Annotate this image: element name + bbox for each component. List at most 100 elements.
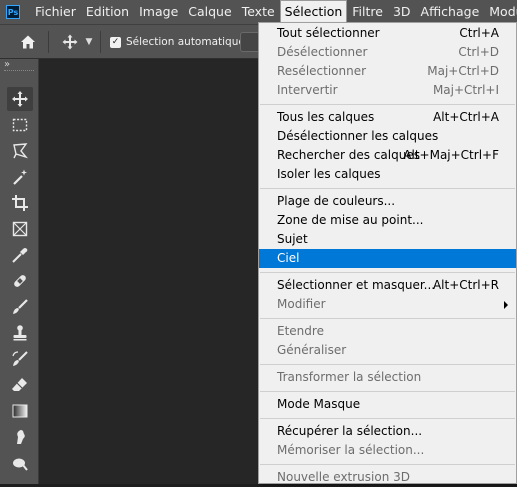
menu-separator xyxy=(260,418,515,419)
menu-item-deselect-layers[interactable]: Désélectionner les calques xyxy=(259,127,516,146)
menu-item-grow[interactable]: Etendre xyxy=(259,322,516,341)
frame-tool[interactable] xyxy=(7,217,33,241)
healing-brush-tool[interactable] xyxy=(7,269,33,293)
history-brush-tool[interactable] xyxy=(7,347,33,371)
eyedropper-tool[interactable] xyxy=(7,243,33,267)
selection-menu-dropdown: Tout sélectionner Ctrl+A Désélectionner … xyxy=(258,22,517,484)
eraser-tool[interactable] xyxy=(7,373,33,397)
menu-edition[interactable]: Edition xyxy=(81,0,134,24)
menu-item-label: Zone de mise au point... xyxy=(277,213,424,227)
lasso-tool[interactable] xyxy=(7,139,33,163)
menu-item-sky[interactable]: Ciel xyxy=(259,249,516,268)
menu-separator xyxy=(260,272,515,273)
menu-item-label: Sélectionner et masquer... xyxy=(277,278,436,292)
menu-separator xyxy=(260,464,515,465)
auto-select-checkbox[interactable]: ✓ Sélection automatique : xyxy=(110,25,252,59)
move-tool-icon xyxy=(12,91,28,107)
dodge-tool[interactable] xyxy=(7,451,33,475)
menu-item-label: Sujet xyxy=(277,232,308,246)
move-tool-preset-button[interactable] xyxy=(60,25,80,59)
document-canvas-area[interactable] xyxy=(39,59,258,484)
menu-item-label: Ciel xyxy=(277,251,300,265)
menu-item-label: Mémoriser la sélection... xyxy=(277,443,425,457)
menu-item-reselect[interactable]: Resélectionner Maj+Ctrl+D xyxy=(259,62,516,81)
menu-item-inverse[interactable]: Intervertir Maj+Ctrl+I xyxy=(259,81,516,100)
submenu-arrow-icon xyxy=(504,301,508,309)
crop-tool[interactable] xyxy=(7,191,33,215)
rectangular-marquee-tool-icon xyxy=(12,118,28,132)
magic-wand-tool-icon xyxy=(13,169,27,185)
crop-tool-icon xyxy=(12,195,28,211)
menu-separator xyxy=(260,318,515,319)
menu-item-subject[interactable]: Sujet xyxy=(259,230,516,249)
menu-item-shortcut: Ctrl+D xyxy=(458,45,499,59)
menu-item-deselect[interactable]: Désélectionner Ctrl+D xyxy=(259,43,516,62)
menu-item-load-selection[interactable]: Récupérer la sélection... xyxy=(259,422,516,441)
smudge-tool[interactable] xyxy=(7,425,33,449)
menu-item-select-all[interactable]: Tout sélectionner Ctrl+A xyxy=(259,24,516,43)
menu-item-label: Désélectionner les calques xyxy=(277,129,439,143)
panel-grip[interactable] xyxy=(4,70,34,74)
menu-item-label: Resélectionner xyxy=(277,64,367,78)
menu-item-find-layers[interactable]: Rechercher des calques Alt+Maj+Ctrl+F xyxy=(259,146,516,165)
photoshop-logo-icon[interactable]: Ps xyxy=(6,5,20,19)
menu-item-focus-area[interactable]: Zone de mise au point... xyxy=(259,211,516,230)
chevron-down-icon[interactable]: ▼ xyxy=(84,25,94,59)
menu-item-label: Récupérer la sélection... xyxy=(277,424,423,438)
menu-item-label: Etendre xyxy=(277,324,324,338)
menu-item-label: Mode Masque xyxy=(277,397,361,411)
menu-image[interactable]: Image xyxy=(134,0,183,24)
frame-tool-icon xyxy=(12,221,28,237)
menu-item-isolate-layers[interactable]: Isoler les calques xyxy=(259,165,516,184)
menu-modules-externes[interactable]: Modules exte xyxy=(484,0,517,24)
healing-brush-tool-icon xyxy=(14,275,26,287)
tools-panel: » xyxy=(0,59,39,484)
menu-item-select-and-mask[interactable]: Sélectionner et masquer... Alt+Ctrl+R xyxy=(259,276,516,295)
menu-item-shortcut: Maj+Ctrl+I xyxy=(432,83,499,97)
checkbox-checked-icon[interactable]: ✓ xyxy=(110,36,121,48)
clone-stamp-tool-icon xyxy=(13,325,27,341)
eraser-tool-icon xyxy=(12,378,27,391)
menu-item-shortcut: Alt+Ctrl+R xyxy=(432,278,499,292)
menu-item-label: Généraliser xyxy=(277,343,347,357)
menu-bar: Ps Fichier Edition Image Calque Texte Sé… xyxy=(0,0,517,24)
menu-item-similar[interactable]: Généraliser xyxy=(259,341,516,360)
menu-item-transform-selection[interactable]: Transformer la sélection xyxy=(259,368,516,387)
menu-separator xyxy=(260,188,515,189)
menu-item-label: Nouvelle extrusion 3D xyxy=(277,470,411,484)
menu-item-label: Tout sélectionner xyxy=(277,26,380,40)
options-separator xyxy=(100,31,101,53)
auto-select-label: Sélection automatique : xyxy=(126,36,252,48)
menu-item-shortcut: Alt+Ctrl+A xyxy=(433,110,499,124)
history-brush-tool-icon xyxy=(12,351,28,366)
menu-calque[interactable]: Calque xyxy=(183,0,236,24)
menu-selection[interactable]: Sélection xyxy=(279,0,348,24)
menu-3d[interactable]: 3D xyxy=(388,0,416,24)
menu-item-shortcut: Ctrl+A xyxy=(459,26,499,40)
menu-separator xyxy=(260,364,515,365)
menu-item-modify[interactable]: Modifier xyxy=(259,295,516,314)
menu-item-save-selection[interactable]: Mémoriser la sélection... xyxy=(259,441,516,460)
rectangular-marquee-tool[interactable] xyxy=(7,113,33,137)
menu-texte[interactable]: Texte xyxy=(237,0,280,24)
menu-affichage[interactable]: Affichage xyxy=(416,0,485,24)
menu-item-new-3d-extrusion[interactable]: Nouvelle extrusion 3D xyxy=(259,468,516,487)
menu-item-label: Plage de couleurs... xyxy=(277,194,396,208)
menu-filtre[interactable]: Filtre xyxy=(347,0,388,24)
brush-tool-icon xyxy=(13,299,28,314)
magic-wand-tool[interactable] xyxy=(7,165,33,189)
gradient-tool-icon xyxy=(12,404,28,418)
menu-item-color-range[interactable]: Plage de couleurs... xyxy=(259,192,516,211)
brush-tool[interactable] xyxy=(7,295,33,319)
menu-item-label: Intervertir xyxy=(277,83,338,97)
clone-stamp-tool[interactable] xyxy=(7,321,33,345)
move-tool[interactable] xyxy=(7,87,33,111)
gradient-tool[interactable] xyxy=(7,399,33,423)
menu-item-shortcut: Alt+Maj+Ctrl+F xyxy=(403,148,499,162)
menu-item-quick-mask-mode[interactable]: Mode Masque xyxy=(259,395,516,414)
menu-item-label: Isoler les calques xyxy=(277,167,381,181)
collapse-panel-icon[interactable]: » xyxy=(4,59,10,70)
menu-item-all-layers[interactable]: Tous les calques Alt+Ctrl+A xyxy=(259,108,516,127)
menu-fichier[interactable]: Fichier xyxy=(30,0,81,24)
home-button[interactable] xyxy=(16,25,40,59)
